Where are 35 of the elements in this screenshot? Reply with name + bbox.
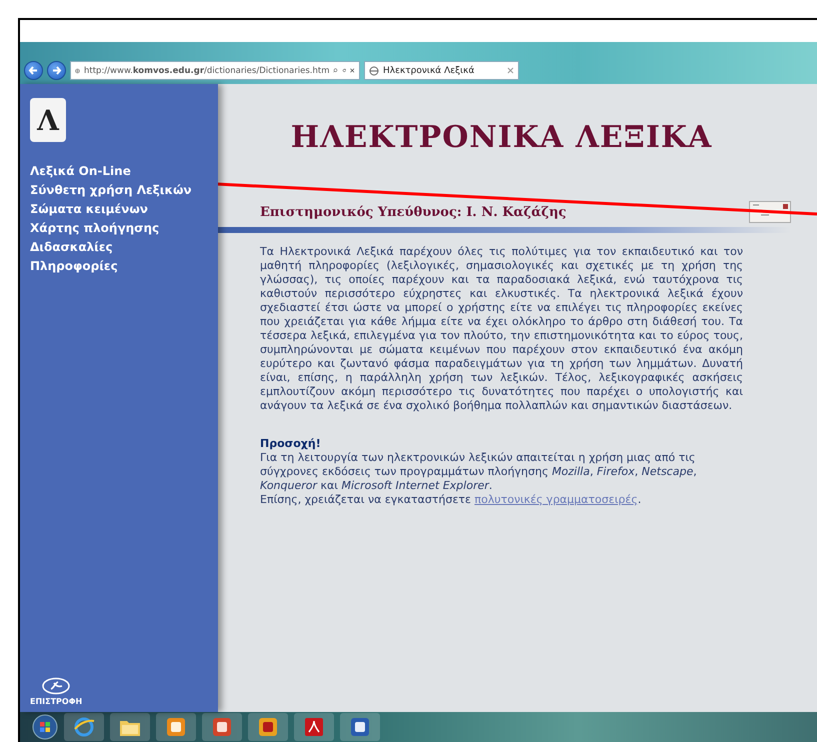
notice-heading: Προσοχή! xyxy=(260,437,321,451)
forward-button[interactable] xyxy=(47,61,66,80)
stop-icon[interactable] xyxy=(350,66,355,75)
menu-item[interactable]: Σύνθετη χρήση Λεξικών xyxy=(30,181,192,200)
subtitle: Επιστημονικός Υπεύθυνος: Ι. Ν. Καζάζης xyxy=(260,204,566,220)
intro-paragraph: Τα Ηλεκτρονικά Λεξικά παρέχουν όλες τις πολύτιμες για τον εκπαιδευτικό και τον μαθητή πληροφορίες (λεξιλογικές, σημασιολογικές και σχετικές με τη χρήση της γλώσσας), τις οποίες παρέχουν και τα παραδοσιακά λεξικά, ενώ ταυτόχρονα τις καθιστούν περισσότερο εύχρηστες και ελκυστικές. Τα ηλεκτρονικά λεξικά έχουν σχεδιαστεί έτσι ώστε να μπορεί ο χρήστης είτε να επιλέγει τις πληροφορίες εκείνες που χρειάζεται για κάθε λήμμα είτε να έχει ολόκληρο το άρθρο στη διάθεσή του. Τα τέσσερα λεξικά, επιλεγμένα για τον πλούτο, την επιστημονικότητα και το εύρος τους, συμπληρώνονται με σώματα κειμένων που παρέχουν στον εκπαιδευτικό ένα ακόμη ευρύτερο και ζωντανό φάσμα παραδειγμάτων για τη χρήση των λημμάτων. Δυνατή είναι, επίσης, η παράλληλη χρήση των λεξικών. Τέλος, λεξικογραφικές ασκήσεις εμπλουτίζουν ακόμη περισσότερο τις δυνατότητες που παρέχει ο υπολογιστής και ανάγουν τα λεξικά σε ένα σχολικό βοήθημα πολλαπλών και σημαντικών διαστάσεων. xyxy=(260,245,743,413)
address-field[interactable]: http://www.komvos.edu.gr/dictionaries/Dictionaries.htm xyxy=(70,61,360,80)
refresh-icon[interactable] xyxy=(342,66,346,75)
globe-icon xyxy=(369,66,379,76)
notice-text: Για τη λειτουργία των ηλεκτρονικών λεξικών απαιτείται η χρήση μιας από τις σύγχρονες εκδόσεις των προγραμμάτων πλοήγησης Mozilla, Firefox, Netscape, Konqueror και Microsoft Internet Explorer. xyxy=(260,451,698,493)
fonts-link[interactable]: πολυτονικές γραμματοσειρές xyxy=(474,493,638,506)
back-button[interactable] xyxy=(24,61,43,80)
document-app-icon[interactable] xyxy=(350,717,370,737)
slides-app-icon[interactable] xyxy=(212,717,232,737)
globe-icon xyxy=(75,66,80,76)
arrow-right-icon xyxy=(51,65,62,76)
start-icon[interactable] xyxy=(32,714,58,740)
pdf-icon[interactable] xyxy=(304,717,324,737)
return-link[interactable]: ΕΠΙΣΤΡΟΦΗ xyxy=(30,677,82,706)
install-text: Επίσης, χρειάζεται να εγκαταστήσετε πολυτονικές γραμματοσειρές. xyxy=(260,493,642,507)
menu-item[interactable]: Λεξικά On-Line xyxy=(30,162,131,181)
close-icon[interactable] xyxy=(507,67,514,74)
arrow-left-icon xyxy=(28,65,39,76)
search-icon[interactable] xyxy=(333,66,338,75)
logo-icon xyxy=(41,677,72,695)
site-logo[interactable]: Λ xyxy=(30,98,66,142)
menu-item[interactable]: Σώματα κειμένων xyxy=(30,200,148,219)
browser-tab[interactable]: Ηλεκτρονικά Λεξικά xyxy=(364,61,519,80)
globe-icon[interactable] xyxy=(73,716,95,738)
menu-item[interactable]: Διδασκαλίες xyxy=(30,238,113,257)
menu-item[interactable]: Χάρτης πλοήγησης xyxy=(30,219,160,238)
menu-item[interactable]: Πληροφορίες xyxy=(30,257,118,276)
mail-app-icon[interactable] xyxy=(166,717,186,737)
dictionary-app-icon[interactable] xyxy=(258,717,278,737)
page-title: ΗΛΕΚΤΡΟΝΙΚΑ ΛΕΞΙΚΑ xyxy=(290,120,712,155)
